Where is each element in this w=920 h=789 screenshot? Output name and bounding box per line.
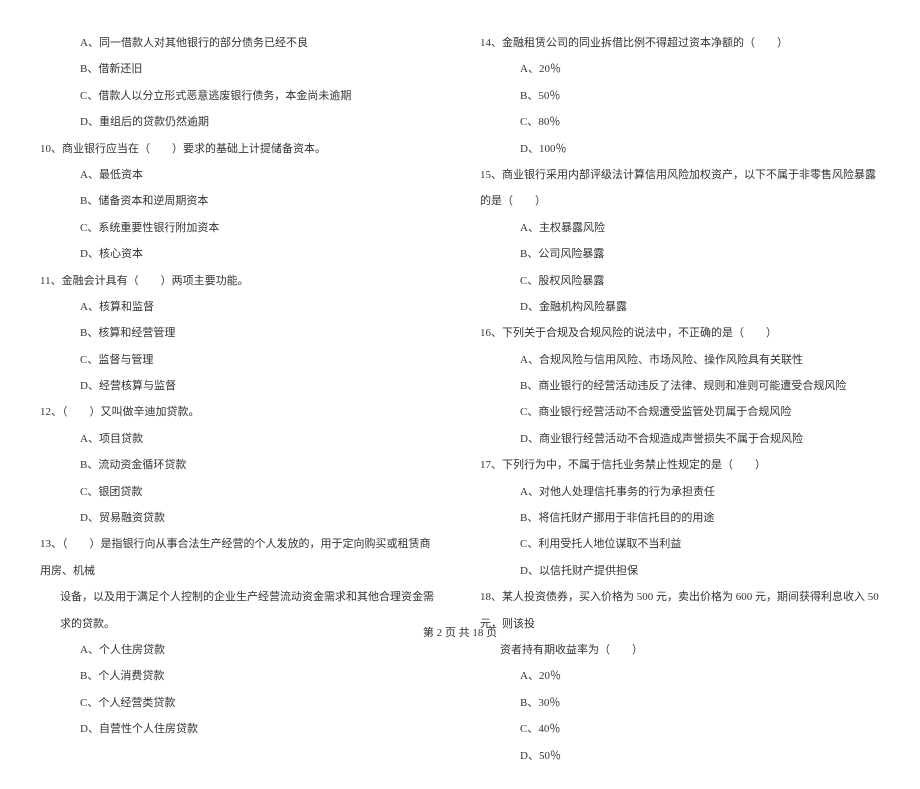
q13-option-b: B、个人消费贷款 <box>40 663 440 689</box>
q9-option-b: B、借新还旧 <box>40 56 440 82</box>
q13-option-d: D、自营性个人住房贷款 <box>40 716 440 742</box>
q15-option-c: C、股权风险暴露 <box>480 268 880 294</box>
q16-option-d: D、商业银行经营活动不合规造成声誉损失不属于合规风险 <box>480 426 880 452</box>
q9-option-a: A、同一借款人对其他银行的部分债务已经不良 <box>40 30 440 56</box>
page-footer: 第 2 页 共 18 页 <box>0 624 920 640</box>
q10-option-a: A、最低资本 <box>40 162 440 188</box>
q10-option-b: B、储备资本和逆周期资本 <box>40 188 440 214</box>
q11-option-c: C、监督与管理 <box>40 347 440 373</box>
q16-option-b: B、商业银行的经营活动违反了法律、规则和准则可能遭受合规风险 <box>480 373 880 399</box>
q10-option-c: C、系统重要性银行附加资本 <box>40 215 440 241</box>
q11-option-b: B、核算和经营管理 <box>40 320 440 346</box>
q14-option-c: C、80％ <box>480 109 880 135</box>
q18-text2: 资者持有期收益率为（ ） <box>480 637 880 663</box>
q18-option-b: B、30％ <box>480 690 880 716</box>
q10-option-d: D、核心资本 <box>40 241 440 267</box>
q14-option-a: A、20％ <box>480 56 880 82</box>
q13-option-c: C、个人经营类贷款 <box>40 690 440 716</box>
q17-text: 17、下列行为中，不属于信托业务禁止性规定的是（ ） <box>480 452 880 478</box>
q17-option-a: A、对他人处理信托事务的行为承担责任 <box>480 479 880 505</box>
q10-text: 10、商业银行应当在（ ）要求的基础上计提储备资本。 <box>40 136 440 162</box>
q12-option-d: D、贸易融资贷款 <box>40 505 440 531</box>
q9-option-c: C、借款人以分立形式恶意逃废银行债务，本金尚未逾期 <box>40 83 440 109</box>
q12-option-a: A、项目贷款 <box>40 426 440 452</box>
q15-option-d: D、金融机构风险暴露 <box>480 294 880 320</box>
q13-option-a: A、个人住房贷款 <box>40 637 440 663</box>
q9-option-d: D、重组后的贷款仍然逾期 <box>40 109 440 135</box>
q18-option-d: D、50％ <box>480 743 880 769</box>
right-column: 14、金融租赁公司的同业拆借比例不得超过资本净额的（ ） A、20％ B、50％… <box>480 30 880 769</box>
q15-option-b: B、公司风险暴露 <box>480 241 880 267</box>
q12-option-b: B、流动资金循环贷款 <box>40 452 440 478</box>
q17-option-c: C、利用受托人地位谋取不当利益 <box>480 531 880 557</box>
q14-option-b: B、50％ <box>480 83 880 109</box>
q12-text: 12、（ ）又叫做辛迪加贷款。 <box>40 399 440 425</box>
q15-text: 15、商业银行采用内部评级法计算信用风险加权资产，以下不属于非零售风险暴露的是（… <box>480 162 880 215</box>
q17-option-d: D、以信托财产提供担保 <box>480 558 880 584</box>
q16-option-a: A、合规风险与信用风险、市场风险、操作风险具有关联性 <box>480 347 880 373</box>
q16-text: 16、下列关于合规及合规风险的说法中，不正确的是（ ） <box>480 320 880 346</box>
q16-option-c: C、商业银行经营活动不合规遭受监管处罚属于合规风险 <box>480 399 880 425</box>
q11-option-d: D、经营核算与监督 <box>40 373 440 399</box>
q18-option-c: C、40％ <box>480 716 880 742</box>
q14-option-d: D、100％ <box>480 136 880 162</box>
q14-text: 14、金融租赁公司的同业拆借比例不得超过资本净额的（ ） <box>480 30 880 56</box>
q15-option-a: A、主权暴露风险 <box>480 215 880 241</box>
q17-option-b: B、将信托财产挪用于非信托目的的用途 <box>480 505 880 531</box>
q13-text: 13、（ ）是指银行向从事合法生产经营的个人发放的，用于定向购买或租赁商用房、机… <box>40 531 440 584</box>
q11-text: 11、金融会计具有（ ）两项主要功能。 <box>40 268 440 294</box>
left-column: A、同一借款人对其他银行的部分债务已经不良 B、借新还旧 C、借款人以分立形式恶… <box>40 30 440 769</box>
q18-option-a: A、20％ <box>480 663 880 689</box>
q12-option-c: C、银团贷款 <box>40 479 440 505</box>
q11-option-a: A、核算和监督 <box>40 294 440 320</box>
